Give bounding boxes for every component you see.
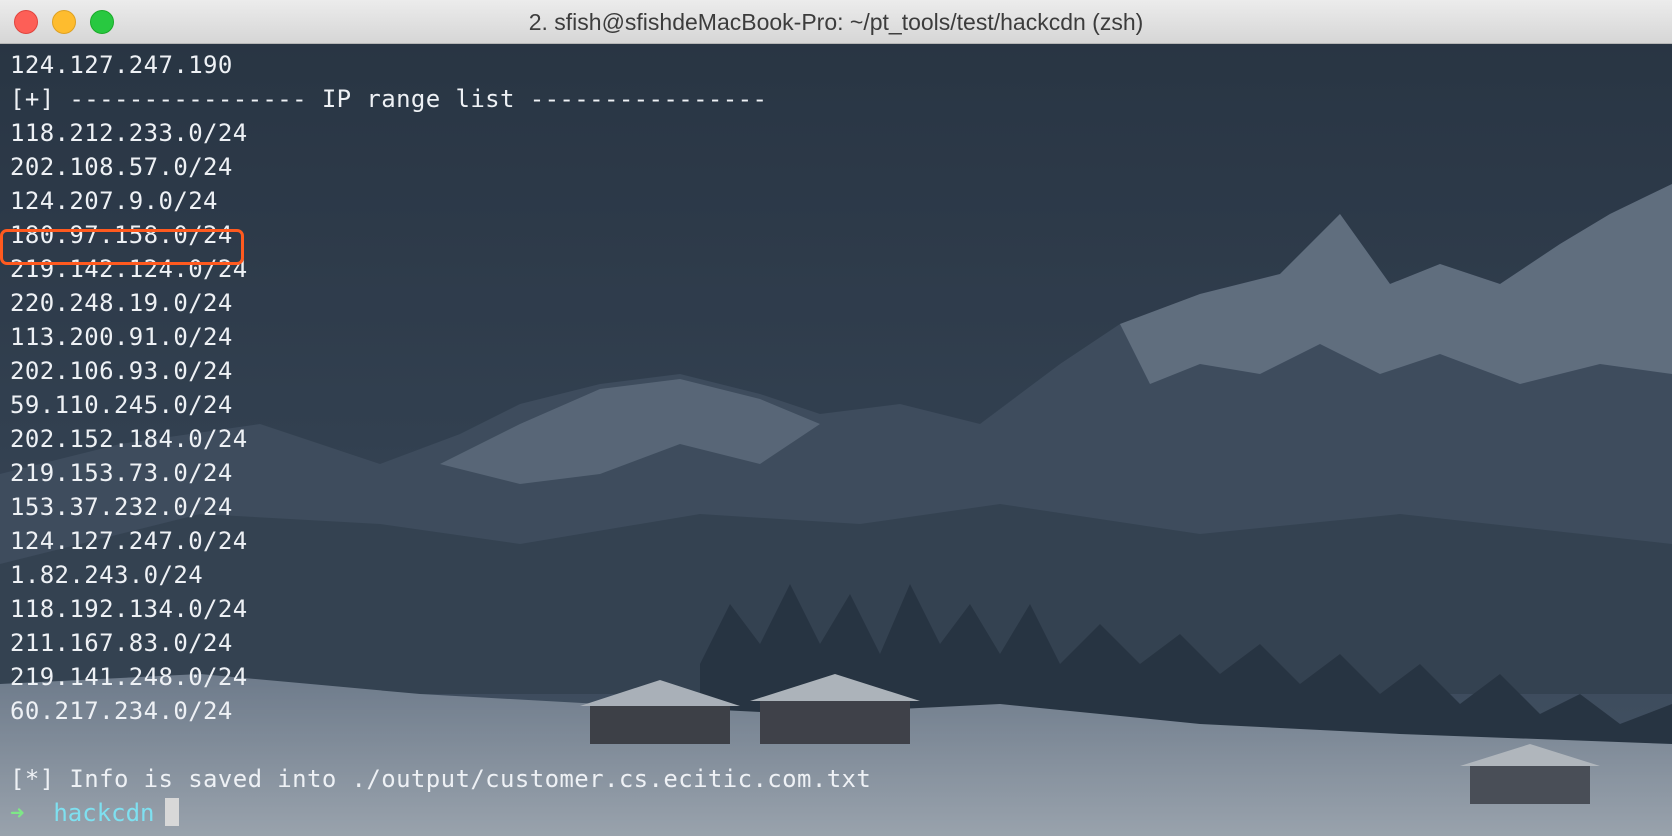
output-line: [*] Info is saved into ./output/customer… [10, 765, 872, 793]
output-line: 118.212.233.0/24 [10, 119, 248, 147]
shell-prompt[interactable]: ➜ hackcdn [10, 796, 871, 830]
output-line: 59.110.245.0/24 [10, 391, 233, 419]
title-bar[interactable]: 2. sfish@sfishdeMacBook-Pro: ~/pt_tools/… [0, 0, 1672, 44]
output-line: 1.82.243.0/24 [10, 561, 204, 589]
terminal-screen[interactable]: 124.127.247.190 [+] ---------------- IP … [0, 44, 1672, 836]
terminal-output[interactable]: 124.127.247.190 [+] ---------------- IP … [10, 48, 871, 830]
output-line: [+] ---------------- IP range list -----… [10, 85, 768, 113]
output-line: 220.248.19.0/24 [10, 289, 233, 317]
terminal-window: 2. sfish@sfishdeMacBook-Pro: ~/pt_tools/… [0, 0, 1672, 836]
output-line: 219.141.248.0/24 [10, 663, 248, 691]
output-line: 124.207.9.0/24 [10, 187, 218, 215]
output-line: 113.200.91.0/24 [10, 323, 233, 351]
output-line: 124.127.247.0/24 [10, 527, 248, 555]
output-line: 153.37.232.0/24 [10, 493, 233, 521]
output-line: 219.153.73.0/24 [10, 459, 233, 487]
output-line: 202.108.57.0/24 [10, 153, 233, 181]
prompt-arrow-icon: ➜ [10, 799, 25, 827]
highlight-box [0, 229, 244, 265]
output-line: 118.192.134.0/24 [10, 595, 248, 623]
prompt-directory: hackcdn [53, 799, 155, 827]
output-line: 211.167.83.0/24 [10, 629, 233, 657]
output-line: 60.217.234.0/24 [10, 697, 233, 725]
text-cursor [164, 798, 179, 826]
window-title: 2. sfish@sfishdeMacBook-Pro: ~/pt_tools/… [528, 9, 1144, 35]
output-line: 202.152.184.0/24 [10, 425, 248, 453]
output-line: 202.106.93.0/24 [10, 357, 233, 385]
output-line: 124.127.247.190 [10, 51, 233, 79]
